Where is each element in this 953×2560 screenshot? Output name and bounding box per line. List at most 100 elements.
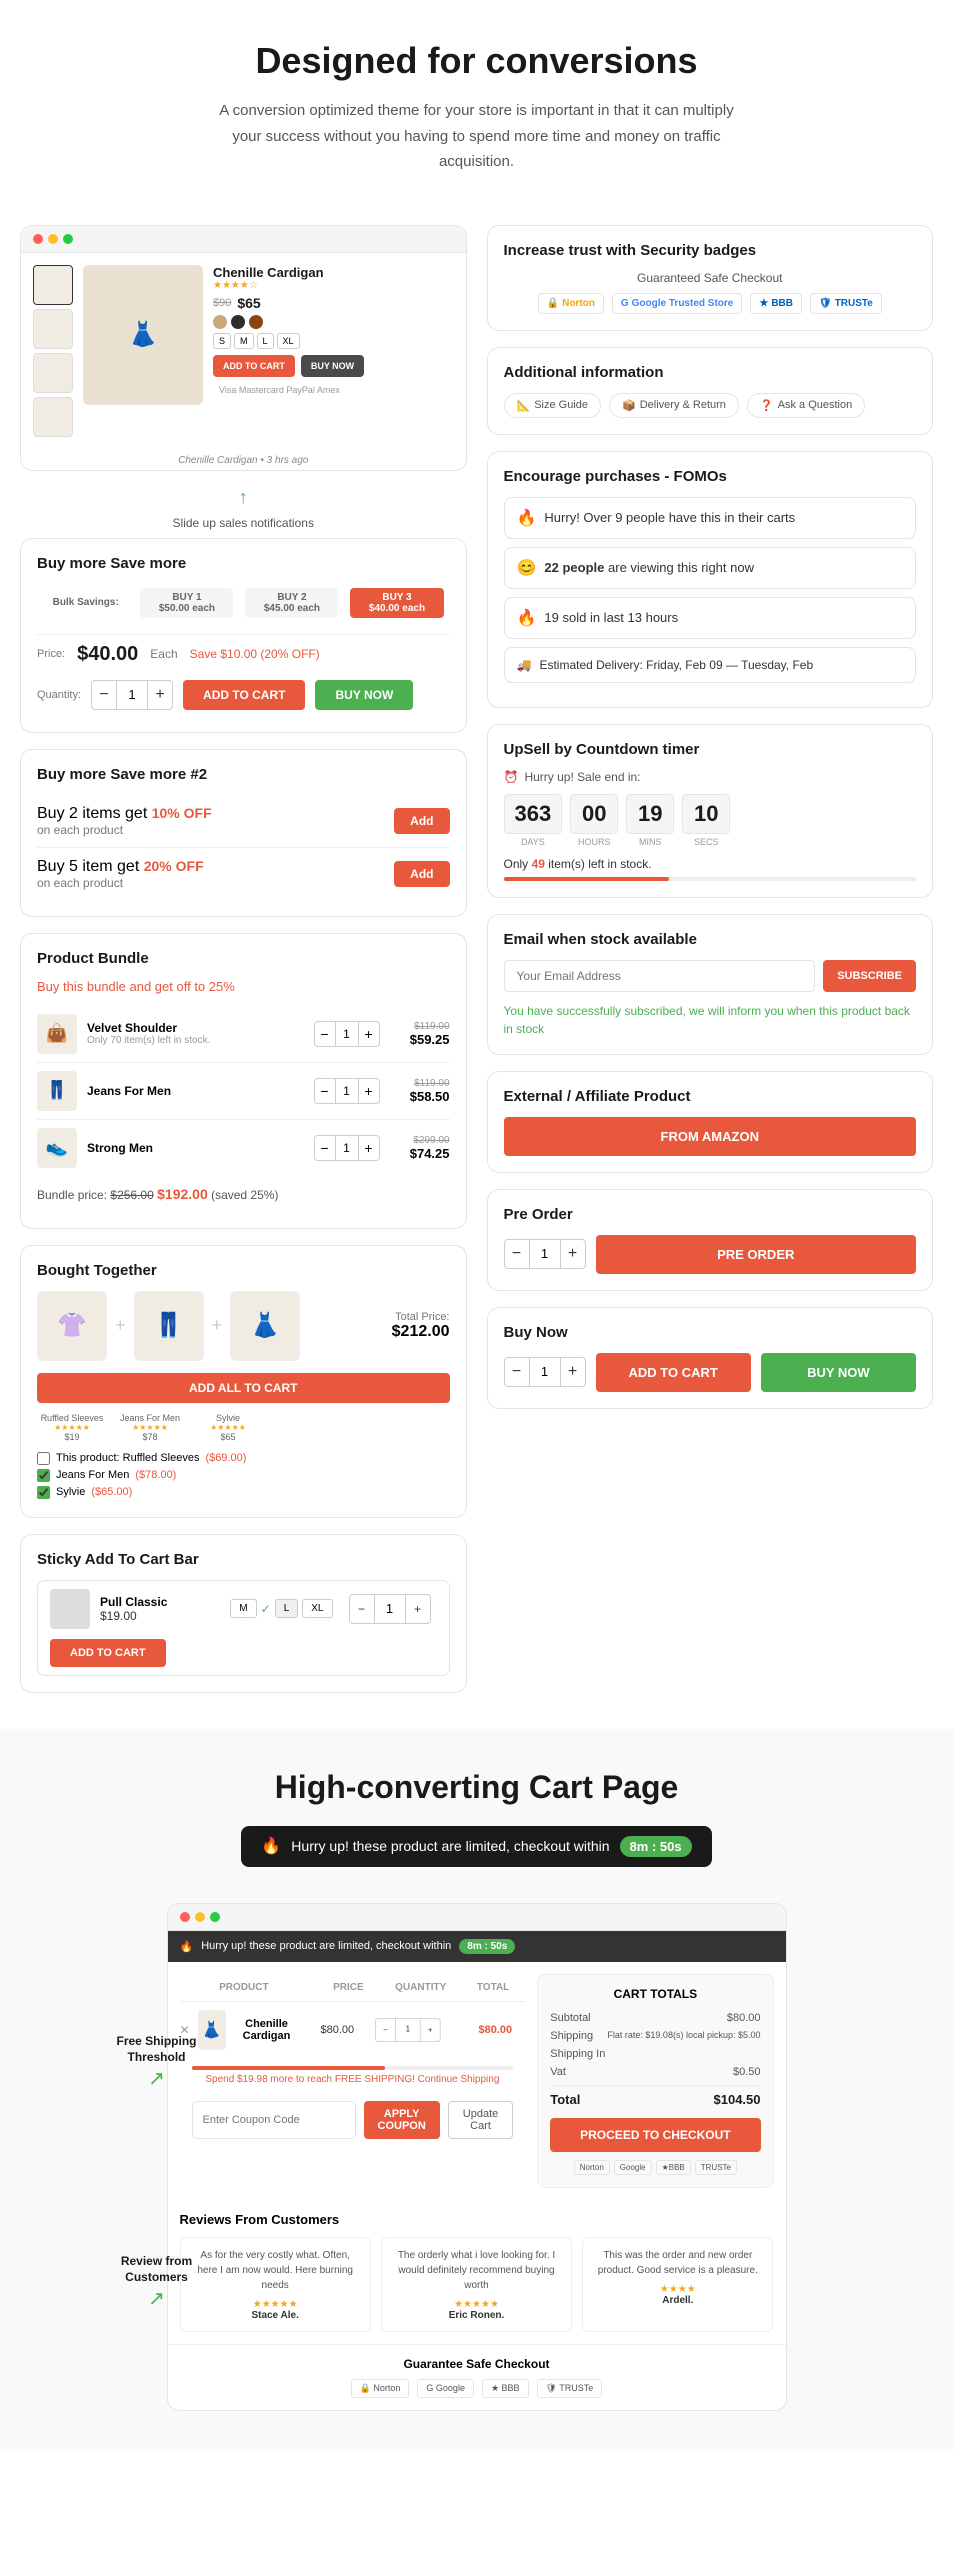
proceed-to-checkout-button[interactable]: PROCEED TO CHECKOUT (550, 2118, 760, 2152)
bundle-subtitle: Buy this bundle and get off to 25% (37, 979, 450, 994)
delivery-return-button[interactable]: 📦 Delivery & Return (609, 393, 739, 418)
bbb-badge: ★ BBB (750, 293, 802, 314)
cart-totals-title: CART TOTALS (550, 1987, 760, 2001)
sticky-size-buttons: M ✓ L XL (230, 1599, 332, 1618)
swatch-black[interactable] (231, 315, 245, 329)
sticky-qty-inc[interactable]: + (406, 1595, 430, 1623)
buy3-header[interactable]: BUY 3 $40.00 each (344, 584, 449, 622)
preorder-qty-inc[interactable]: + (561, 1240, 585, 1268)
left-column: 👗 Chenille Cardigan ★★★★☆ $90 $65 S (20, 225, 467, 1709)
review-card-3: This was the order and new order product… (582, 2237, 773, 2332)
thumb-4[interactable] (33, 397, 73, 437)
guarantee-bbb: ★ BBB (482, 2379, 529, 2398)
sticky-qty-val: 1 (374, 1595, 406, 1623)
fire-emoji-cart: 🔥 (261, 1836, 281, 1856)
ask-question-button[interactable]: ❓ Ask a Question (747, 393, 865, 418)
swatch-tan[interactable] (213, 315, 227, 329)
additional-info-title: Additional information (504, 364, 917, 381)
sticky-qty-dec[interactable]: − (350, 1595, 374, 1623)
sticky-size-xl[interactable]: XL (302, 1599, 332, 1618)
buy-now-button-buy-now[interactable]: BUY NOW (761, 1353, 916, 1392)
buy-now-qty-dec[interactable]: − (505, 1358, 529, 1386)
email-row: SUBSCRIBE (504, 960, 917, 992)
bundle-qty-inc-1[interactable]: + (359, 1022, 379, 1046)
qty-decrease[interactable]: − (92, 681, 116, 709)
cart-qty-dec[interactable]: − (376, 2018, 395, 2040)
sticky-qty-control[interactable]: − 1 + (349, 1594, 431, 1624)
cart-product: ✕ 👗 Chenille Cardigan (180, 2010, 300, 2050)
preorder-qty-control[interactable]: − 1 + (504, 1239, 586, 1269)
bt-checkbox-2[interactable] (37, 1469, 50, 1482)
email-input[interactable] (504, 960, 816, 992)
buy-more-save-more-card: Buy more Save more Bulk Savings: BUY 1 $… (20, 538, 467, 733)
size-xl[interactable]: XL (277, 333, 300, 349)
bundle-qty-1[interactable]: − 1 + (314, 1021, 380, 1047)
preorder-button[interactable]: PRE ORDER (596, 1235, 917, 1274)
page-title: Designed for conversions (20, 40, 933, 82)
buy2-header[interactable]: BUY 2 $45.00 each (239, 584, 344, 622)
add-to-cart-button[interactable]: ADD TO CART (213, 355, 295, 377)
bt-checkbox-1[interactable] (37, 1452, 50, 1465)
bt-check-1: This product: Ruffled Sleeves ($69.00) (37, 1450, 450, 1467)
thumb-1[interactable] (33, 265, 73, 305)
qty-increase[interactable]: + (148, 681, 172, 709)
bundle-qty-inc-3[interactable]: + (359, 1136, 379, 1160)
thumb-3[interactable] (33, 353, 73, 393)
review-text-3: This was the order and new order product… (593, 2248, 762, 2278)
subscribe-button[interactable]: SUBSCRIBE (823, 960, 916, 992)
sticky-size-m[interactable]: M (230, 1599, 256, 1618)
coupon-input[interactable] (192, 2101, 356, 2139)
update-cart-button[interactable]: Update Cart (448, 2101, 513, 2139)
bundle-qty-inc-2[interactable]: + (359, 1079, 379, 1103)
bundle-item-3: 👟 Strong Men − 1 + $299.00 $74.25 (37, 1120, 450, 1176)
bundle-qty-2[interactable]: − 1 + (314, 1078, 380, 1104)
cart-product-image: 👗 (198, 2010, 226, 2050)
bt-checkbox-3[interactable] (37, 1486, 50, 1499)
size-s[interactable]: S (213, 333, 231, 349)
apply-coupon-button[interactable]: APPLY COUPON (364, 2101, 440, 2139)
bundle-img-1: 👜 (37, 1014, 77, 1054)
badge-row: 🔒 Norton G Google Trusted Store ★ BBB 🛡 … (504, 293, 917, 314)
buy1-header[interactable]: BUY 1 $50.00 each (134, 584, 239, 622)
norton-icon: 🔒 (547, 298, 559, 309)
size-guide-button[interactable]: 📐 Size Guide (504, 393, 602, 418)
browser-dot-red (33, 234, 43, 244)
cart-qty-control[interactable]: − 1 + (375, 2018, 441, 2042)
add-button-2[interactable]: Add (394, 861, 449, 887)
cart-totals: CART TOTALS Subtotal $80.00 Shipping Fla… (537, 1974, 773, 2188)
product-info: Chenille Cardigan ★★★★☆ $90 $65 S M (213, 265, 454, 437)
add-to-cart-button-buy-now[interactable]: ADD TO CART (596, 1353, 751, 1392)
sticky-size-l[interactable]: L (275, 1599, 299, 1618)
review-from-customers-label: Review from Customers ↗ (117, 2254, 197, 2310)
guarantee-norton: 🔒 Norton (351, 2379, 410, 2398)
external-card: External / Affiliate Product FROM AMAZON (487, 1071, 934, 1173)
buy-now-button-bmsm[interactable]: BUY NOW (315, 680, 413, 710)
from-amazon-button[interactable]: FROM AMAZON (504, 1117, 917, 1156)
swatch-brown[interactable] (249, 315, 263, 329)
buy-now-qty-inc[interactable]: + (561, 1358, 585, 1386)
bundle-qty-3[interactable]: − 1 + (314, 1135, 380, 1161)
add-to-cart-button-bmsm[interactable]: ADD TO CART (183, 680, 305, 710)
buy-now-qty-control[interactable]: − 1 + (504, 1357, 586, 1387)
buy-now-button[interactable]: BUY NOW (301, 355, 364, 377)
cart-qty-inc[interactable]: + (421, 2018, 440, 2040)
cart-timer-banner: 🔥 Hurry up! these product are limited, c… (241, 1826, 711, 1867)
bundle-qty-dec-3[interactable]: − (315, 1136, 335, 1160)
bundle-qty-dec-1[interactable]: − (315, 1022, 335, 1046)
add-all-to-cart-button[interactable]: ADD ALL TO CART (37, 1373, 450, 1403)
preorder-qty-dec[interactable]: − (505, 1240, 529, 1268)
bundle-qty-dec-2[interactable]: − (315, 1079, 335, 1103)
thumb-2[interactable] (33, 309, 73, 349)
cart-total-cell: $80.00 (465, 2024, 525, 2036)
quantity-control[interactable]: − 1 + (91, 680, 173, 710)
size-l[interactable]: L (257, 333, 274, 349)
cart-layout: PRODUCT PRICE QUANTITY TOTAL ✕ 👗 Chenill… (168, 1962, 786, 2200)
security-title: Increase trust with Security badges (504, 242, 917, 259)
bt-img-3: 👗 (230, 1291, 300, 1361)
add-button-1[interactable]: Add (394, 808, 449, 834)
totals-shipping-row: Shipping Flat rate: $19.08(s) local pick… (550, 2027, 760, 2045)
sticky-add-to-cart-button[interactable]: ADD TO CART (50, 1639, 166, 1667)
size-m[interactable]: M (234, 333, 254, 349)
bought-together-products: 👚 + 👖 + 👗 Total Price: $212.00 (37, 1291, 450, 1361)
review-text-2: The orderly what i love looking for. I w… (392, 2248, 561, 2293)
